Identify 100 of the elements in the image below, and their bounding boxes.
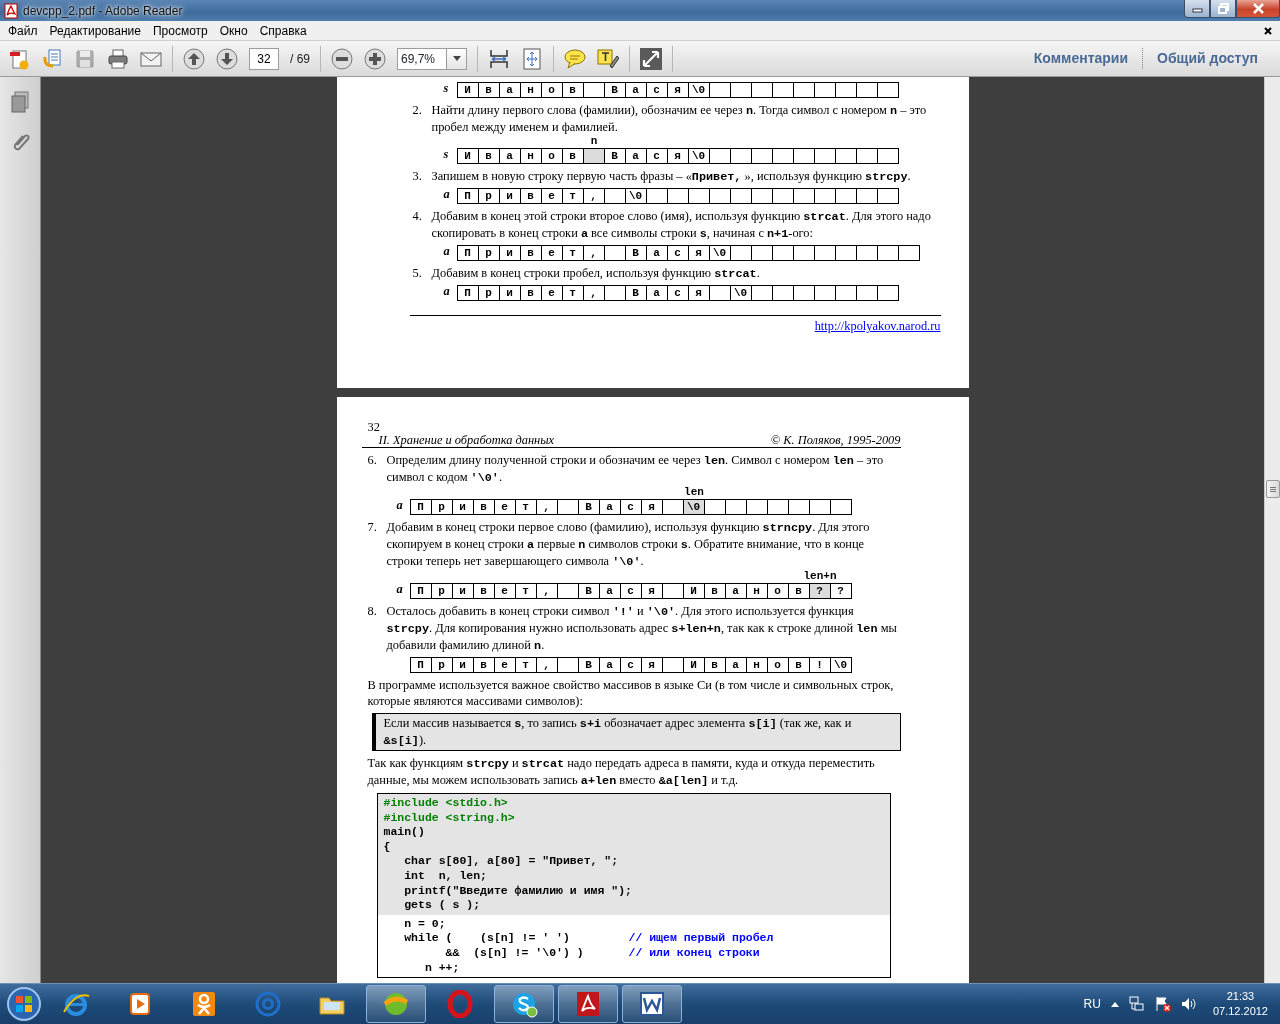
menu-item[interactable]: Окно: [213, 21, 254, 40]
char-cell: П: [456, 245, 479, 261]
char-cell: В: [624, 245, 647, 261]
taskbar-button[interactable]: [558, 985, 618, 1023]
char-cell: П: [409, 583, 432, 599]
char-cell: и: [451, 657, 474, 673]
char-cell: П: [456, 188, 479, 204]
paragraph: Добавим в конец строки пробел, используя функцию strcat.: [431, 265, 760, 282]
menu-item[interactable]: Файл: [2, 21, 44, 40]
fit-page-icon[interactable]: [521, 47, 543, 70]
array-name: a: [442, 285, 451, 297]
char-cell: е: [540, 245, 563, 261]
char-cell: П: [409, 657, 432, 673]
page-width-icon[interactable]: [488, 47, 510, 70]
char-cell: В: [577, 583, 600, 599]
char-cell: р: [430, 657, 453, 673]
menu-item[interactable]: Редактирование: [43, 21, 147, 40]
code-line: char s[80], a[80] = "Привет, ";: [403, 854, 620, 869]
char-cell: в: [561, 82, 584, 98]
code-line: while ( (s[n] != ' '): [403, 931, 571, 946]
char-cell: П: [409, 499, 432, 515]
char-cell: \0: [624, 188, 647, 204]
char-cell: с: [666, 245, 689, 261]
char-cell: т: [514, 657, 537, 673]
pdf-file-icon: [4, 2, 18, 19]
network-icon[interactable]: [1128, 996, 1145, 1012]
char-cell: в: [477, 148, 500, 164]
zoom-in-icon[interactable]: [364, 47, 386, 70]
person-icon: [190, 990, 218, 1018]
menu-item[interactable]: Справка: [253, 21, 313, 40]
running-header: II. Хранение и обработка данных: [378, 433, 555, 447]
char-cell: т: [561, 285, 584, 301]
scrollbar[interactable]: [1264, 77, 1280, 983]
speech-bubble-icon[interactable]: [564, 47, 586, 70]
minimize-button[interactable]: [1184, 0, 1210, 18]
printer-icon[interactable]: [107, 47, 129, 70]
char-cell: р: [477, 245, 500, 261]
char-cell: В: [577, 657, 600, 673]
document-icon: [574, 990, 602, 1018]
clock-date[interactable]: 07.12.2012: [1212, 1004, 1268, 1019]
window-title: devcpp_2.pdf - Adobe Reader: [23, 2, 183, 20]
paragraph: Определим длину полученной строки и обозначим ее через len. Символ с номером len – это символ с кодом '\0'.: [386, 452, 885, 486]
char-cell: а: [598, 657, 621, 673]
char-cell: ,: [582, 245, 605, 261]
char-cell: р: [477, 188, 500, 204]
close-icon: [1252, 3, 1264, 14]
char-cell: а: [624, 82, 647, 98]
paragraph: Так как функциям strcpy и strcat надо передать адреса в памяти, куда и откуда переместить данные, мы можем использовать запись a+len вместо &a[len] и т.д.: [367, 755, 876, 789]
char-cell: ?: [829, 583, 852, 599]
maximize-button[interactable]: [1210, 0, 1236, 18]
panel-button[interactable]: Общий доступ: [1142, 48, 1272, 69]
zoom-dropdown-button[interactable]: [447, 47, 467, 70]
code-line: gets ( s );: [403, 898, 482, 913]
index-label: n: [590, 135, 598, 148]
menu-item[interactable]: Просмотр: [146, 21, 214, 40]
up-arrow-icon[interactable]: [1110, 1001, 1119, 1007]
char-cell: я: [666, 82, 689, 98]
char-cell: В: [603, 148, 626, 164]
speaker-icon[interactable]: [1180, 996, 1197, 1012]
char-cell: в: [472, 657, 495, 673]
taskbar-button[interactable]: [494, 985, 554, 1023]
list-number: 6.: [367, 452, 378, 469]
char-cell: ,: [535, 583, 558, 599]
flag-icon[interactable]: [1154, 996, 1171, 1012]
zoom-field[interactable]: 69,7%: [397, 47, 447, 70]
char-cell: В: [624, 285, 647, 301]
char-cell: в: [472, 583, 495, 599]
array-name: a: [442, 188, 451, 200]
scroll-thumb[interactable]: [1265, 480, 1280, 498]
char-cell: в: [519, 245, 542, 261]
close-button[interactable]: [1236, 0, 1280, 18]
array-name: a: [395, 499, 404, 511]
text-marker-icon[interactable]: [597, 47, 619, 70]
close-icon[interactable]: [1264, 26, 1272, 35]
paragraph: Добавим в конец строки первое слово (фамилию), используя функцию strncpy. Для этого скопируем в конец строки a первые n символов строки s. Обратите внимание, что в конце строки теперь нет завершающего символа '\0'.: [386, 519, 871, 570]
zoom-out-icon[interactable]: [331, 47, 353, 70]
pages-icon[interactable]: [10, 91, 30, 113]
new-document-icon[interactable]: [8, 47, 30, 70]
char-cell: н: [745, 657, 768, 673]
taskbar-button[interactable]: [622, 985, 682, 1023]
char-cell: \0: [829, 657, 852, 673]
clock-time[interactable]: 21:33: [1226, 989, 1255, 1004]
cloud-s-icon: [510, 990, 538, 1018]
link[interactable]: http://kpolyakov.narod.ru: [814, 319, 941, 333]
panel-button[interactable]: Комментарии: [1019, 48, 1143, 69]
char-cell: И: [682, 583, 705, 599]
start-button[interactable]: [6, 986, 42, 1022]
page-number-field[interactable]: 32: [249, 47, 279, 70]
char-cell: с: [666, 285, 689, 301]
code-line: n ++;: [423, 960, 461, 976]
char-cell: о: [540, 148, 563, 164]
restore-icon: [1217, 3, 1229, 14]
code-line: && (s[n] != '\0') ): [444, 945, 585, 961]
language-indicator[interactable]: RU: [1083, 995, 1101, 1013]
char-cell: и: [498, 245, 521, 261]
char-cell: а: [724, 583, 747, 599]
expand-arrows-icon[interactable]: [640, 47, 662, 70]
char-cell: е: [540, 188, 563, 204]
char-cell: В: [577, 499, 600, 515]
list-number: 7.: [367, 519, 378, 536]
